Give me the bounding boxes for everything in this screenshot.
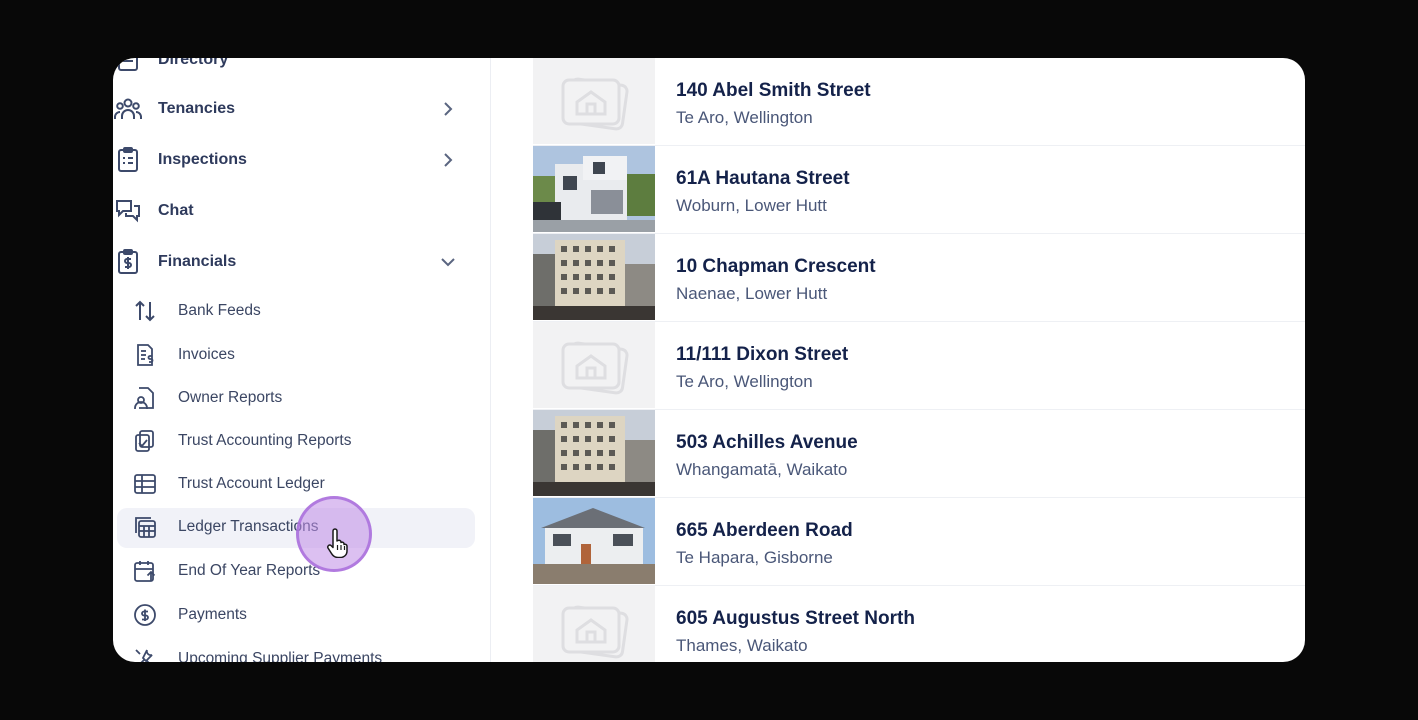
sidebar-item-label: Chat	[158, 202, 194, 219]
tenancies-icon	[114, 98, 142, 119]
sidebar-subitem-label: Payments	[178, 606, 247, 623]
bank-feeds-icon	[135, 300, 155, 322]
sidebar-subitem-label: Invoices	[178, 346, 235, 363]
property-photo	[533, 498, 655, 584]
property-address: 605 Augustus Street North	[676, 608, 915, 629]
sidebar-item-label: Inspections	[158, 151, 247, 168]
ledger-grid-icon	[134, 474, 156, 494]
sidebar-item-inspections[interactable]: Inspections	[113, 140, 490, 180]
sidebar-subitem-label: End Of Year Reports	[178, 562, 321, 579]
ledger-transactions-icon	[135, 517, 156, 538]
sidebar-item-label: Directory	[158, 58, 229, 68]
property-row[interactable]: 665 Aberdeen Road Te Hapara, Gisborne	[533, 498, 1305, 586]
sidebar-subitem-label: Bank Feeds	[178, 302, 261, 319]
property-row[interactable]: 503 Achilles Avenue Whangamatā, Waikato	[533, 410, 1305, 498]
sidebar-item-directory[interactable]: Directory	[113, 58, 490, 80]
sidebar-item-financials[interactable]: Financials	[113, 242, 490, 282]
property-photo	[533, 234, 655, 320]
property-placeholder-image	[533, 586, 655, 662]
property-address: 61A Hautana Street	[676, 168, 850, 189]
supplier-payments-icon	[135, 649, 153, 662]
sidebar-subitem-label: Trust Accounting Reports	[178, 432, 352, 449]
property-address: 10 Chapman Crescent	[676, 256, 876, 277]
inspections-icon	[118, 147, 138, 172]
property-suburb: Naenae, Lower Hutt	[676, 284, 828, 303]
hand-cursor-icon	[327, 528, 348, 558]
property-address: 11/111 Dixon Street	[676, 344, 849, 365]
property-address: 665 Aberdeen Road	[676, 520, 853, 541]
invoices-icon	[137, 344, 154, 366]
sidebar-subitem-label: Upcoming Supplier Payments	[178, 650, 383, 662]
sidebar-item-label: Tenancies	[158, 100, 236, 117]
property-address: 503 Achilles Avenue	[676, 432, 858, 453]
sidebar: Directory Tenancies Inspections Chat Fin…	[113, 58, 491, 662]
sidebar-subitem-trust-accounting-reports[interactable]: Trust Accounting Reports	[113, 422, 490, 460]
property-photo	[533, 410, 655, 496]
payments-icon	[134, 604, 156, 626]
sidebar-subitem-owner-reports[interactable]: Owner Reports	[113, 379, 490, 417]
property-suburb: Whangamatā, Waikato	[676, 460, 848, 479]
sidebar-subitem-invoices[interactable]: Invoices	[113, 336, 490, 374]
chevron-right-icon	[444, 102, 453, 116]
chat-icon	[116, 200, 140, 223]
app-card: Directory Tenancies Inspections Chat Fin…	[113, 58, 1305, 662]
property-suburb: Thames, Waikato	[676, 636, 808, 655]
property-address: 140 Abel Smith Street	[676, 80, 871, 101]
sidebar-subitem-end-of-year-reports[interactable]: End Of Year Reports	[113, 552, 490, 590]
sidebar-item-tenancies[interactable]: Tenancies	[113, 89, 490, 129]
sidebar-subitem-payments[interactable]: Payments	[113, 596, 490, 634]
chevron-right-icon	[444, 153, 453, 167]
owner-reports-icon	[134, 387, 154, 409]
sidebar-subitem-label: Owner Reports	[178, 389, 283, 406]
directory-icon	[118, 58, 138, 71]
property-row[interactable]: 61A Hautana Street Woburn, Lower Hutt	[533, 146, 1305, 234]
property-row[interactable]: 11/111 Dixon Street Te Aro, Wellington	[533, 322, 1305, 410]
sidebar-subitem-trust-account-ledger[interactable]: Trust Account Ledger	[113, 465, 490, 503]
end-of-year-reports-icon	[134, 561, 156, 582]
chevron-down-icon	[441, 258, 455, 267]
property-placeholder-image	[533, 58, 655, 144]
property-placeholder-image	[533, 322, 655, 408]
sidebar-item-label: Financials	[158, 253, 237, 270]
trust-accounting-reports-icon	[135, 430, 154, 452]
property-suburb: Woburn, Lower Hutt	[676, 196, 827, 215]
property-suburb: Te Hapara, Gisborne	[676, 548, 833, 567]
sidebar-subitem-upcoming-supplier-payments[interactable]: Upcoming Supplier Payments	[113, 640, 490, 662]
property-row[interactable]: 10 Chapman Crescent Naenae, Lower Hutt	[533, 234, 1305, 322]
property-suburb: Te Aro, Wellington	[676, 108, 813, 127]
financials-icon	[118, 249, 138, 274]
property-list: 140 Abel Smith Street Te Aro, Wellington…	[491, 58, 1305, 662]
property-suburb: Te Aro, Wellington	[676, 372, 813, 391]
sidebar-subitem-bank-feeds[interactable]: Bank Feeds	[113, 292, 490, 330]
property-photo	[533, 146, 655, 232]
property-row[interactable]: 605 Augustus Street North Thames, Waikat…	[533, 586, 1305, 662]
sidebar-item-chat[interactable]: Chat	[113, 191, 490, 231]
property-row[interactable]: 140 Abel Smith Street Te Aro, Wellington	[533, 58, 1305, 146]
sidebar-subitem-label: Trust Account Ledger	[178, 475, 325, 492]
